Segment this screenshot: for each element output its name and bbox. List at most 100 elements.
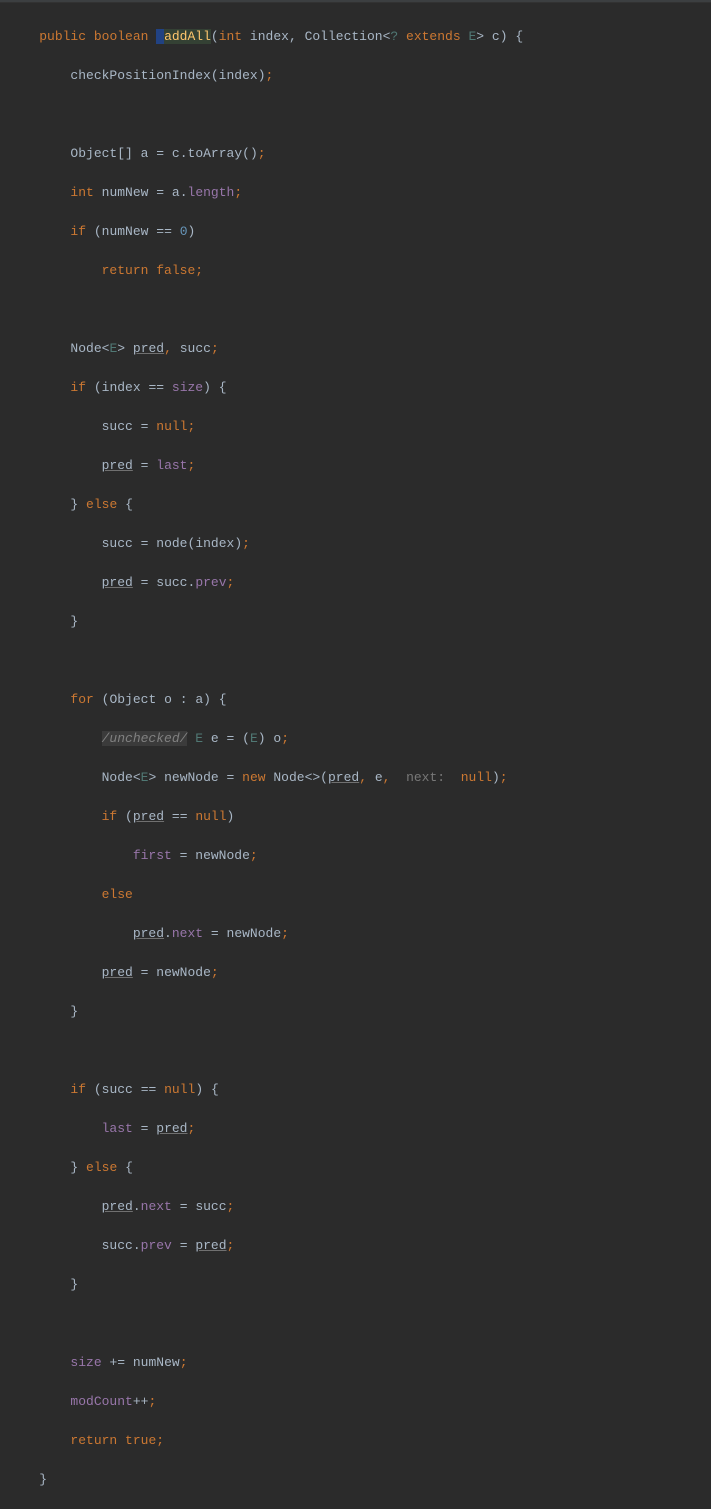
code-line-empty[interactable] [0, 651, 711, 671]
keyword-if: if [70, 380, 86, 395]
equals: = [180, 1199, 188, 1214]
code-line[interactable]: } [0, 1275, 711, 1295]
type-node: Node [102, 770, 133, 785]
code-line[interactable]: } [0, 1002, 711, 1022]
paren: ( [242, 731, 250, 746]
keyword-null: null [461, 770, 492, 785]
op-eqeq: == [172, 809, 188, 824]
var-newnode: newNode [156, 965, 211, 980]
keyword-extends: extends [406, 29, 461, 44]
code-line[interactable]: Node<E> pred, succ; [0, 339, 711, 359]
code-line[interactable]: pred = newNode; [0, 963, 711, 983]
op-eqeq: == [156, 224, 172, 239]
op-pluseq: += [109, 1355, 125, 1370]
code-line[interactable]: pred = last; [0, 456, 711, 476]
diamond: <>( [305, 770, 328, 785]
semicolon: ; [227, 1199, 235, 1214]
paren: ( [125, 809, 133, 824]
generic-e: E [141, 770, 149, 785]
keyword-null: null [156, 419, 187, 434]
equals: = [156, 185, 164, 200]
code-line[interactable]: succ.prev = pred; [0, 1236, 711, 1256]
code-line[interactable]: int numNew = a.length; [0, 183, 711, 203]
code-line[interactable]: for (Object o : a) { [0, 690, 711, 710]
var-pred: pred [195, 1238, 226, 1253]
paren-close: ) [492, 770, 500, 785]
code-line[interactable]: public boolean addAll(int index, Collect… [0, 27, 711, 47]
paren-close: ) [203, 380, 211, 395]
keyword-false: false [156, 263, 195, 278]
equals: = [227, 770, 235, 785]
keyword-new: new [242, 770, 265, 785]
semicolon: ; [500, 770, 508, 785]
angle-open: < [133, 770, 141, 785]
paren-close: ) [258, 68, 266, 83]
equals: = [141, 965, 149, 980]
semicolon: ; [258, 146, 266, 161]
code-line-empty[interactable] [0, 1041, 711, 1061]
code-line[interactable]: succ = node(index); [0, 534, 711, 554]
code-line-empty[interactable] [0, 105, 711, 125]
brace-close: } [70, 1160, 78, 1175]
code-line-empty[interactable] [0, 300, 711, 320]
brace-open: { [219, 692, 227, 707]
code-line[interactable]: checkPositionIndex(index); [0, 66, 711, 86]
code-line[interactable]: Node<E> newNode = new Node<>(pred, e, ne… [0, 768, 711, 788]
field-size: size [70, 1355, 101, 1370]
paren: ( [94, 1082, 102, 1097]
code-line[interactable]: } [0, 1470, 711, 1490]
comma: , [383, 770, 391, 785]
comma: , [359, 770, 367, 785]
type-object: Object [109, 692, 156, 707]
var-e: e [211, 731, 219, 746]
generic-e: E [195, 731, 203, 746]
code-line[interactable]: size += numNew; [0, 1353, 711, 1373]
keyword-null: null [164, 1082, 195, 1097]
param-index: index [250, 29, 289, 44]
var-succ: succ [102, 419, 133, 434]
paren-close: ) [258, 731, 266, 746]
code-line[interactable]: return false; [0, 261, 711, 281]
op-eqeq: == [148, 380, 164, 395]
var-numnew: numNew [102, 185, 149, 200]
cursor-position [156, 29, 164, 44]
arg-index: index [219, 68, 258, 83]
code-line[interactable]: else [0, 885, 711, 905]
keyword-else: else [86, 1160, 117, 1175]
code-line[interactable]: if (index == size) { [0, 378, 711, 398]
equals: = [211, 926, 219, 941]
code-line[interactable]: Object[] a = c.toArray(); [0, 144, 711, 164]
semicolon: ; [148, 1394, 156, 1409]
code-line[interactable]: pred.next = newNode; [0, 924, 711, 944]
code-editor[interactable]: public boolean addAll(int index, Collect… [0, 3, 711, 1509]
brackets: [] [117, 146, 133, 161]
paren-close: ) [188, 224, 196, 239]
code-line[interactable]: succ = null; [0, 417, 711, 437]
semicolon: ; [180, 1355, 188, 1370]
var-pred: pred [156, 1121, 187, 1136]
semicolon: ; [234, 185, 242, 200]
code-line[interactable]: if (pred == null) [0, 807, 711, 827]
semicolon: ; [156, 1433, 164, 1448]
code-line[interactable]: pred.next = succ; [0, 1197, 711, 1217]
code-line[interactable]: /unchecked/ E e = (E) o; [0, 729, 711, 749]
keyword-else: else [86, 497, 117, 512]
equals: = [141, 1121, 149, 1136]
code-line[interactable]: } [0, 612, 711, 632]
code-line[interactable]: } else { [0, 495, 711, 515]
code-line[interactable]: if (succ == null) { [0, 1080, 711, 1100]
var-a: a [172, 185, 180, 200]
code-line[interactable]: } else { [0, 1158, 711, 1178]
paren-close: ) [500, 29, 508, 44]
code-line[interactable]: pred = succ.prev; [0, 573, 711, 593]
comment-unchecked: /unchecked/ [102, 731, 188, 746]
code-line[interactable]: modCount++; [0, 1392, 711, 1412]
arg-index: index [195, 536, 234, 551]
code-line-empty[interactable] [0, 1314, 711, 1334]
code-line[interactable]: last = pred; [0, 1119, 711, 1139]
code-line[interactable]: first = newNode; [0, 846, 711, 866]
field-prev: prev [195, 575, 226, 590]
code-line[interactable]: if (numNew == 0) [0, 222, 711, 242]
code-line[interactable]: return true; [0, 1431, 711, 1451]
op-plusplus: ++ [133, 1394, 149, 1409]
